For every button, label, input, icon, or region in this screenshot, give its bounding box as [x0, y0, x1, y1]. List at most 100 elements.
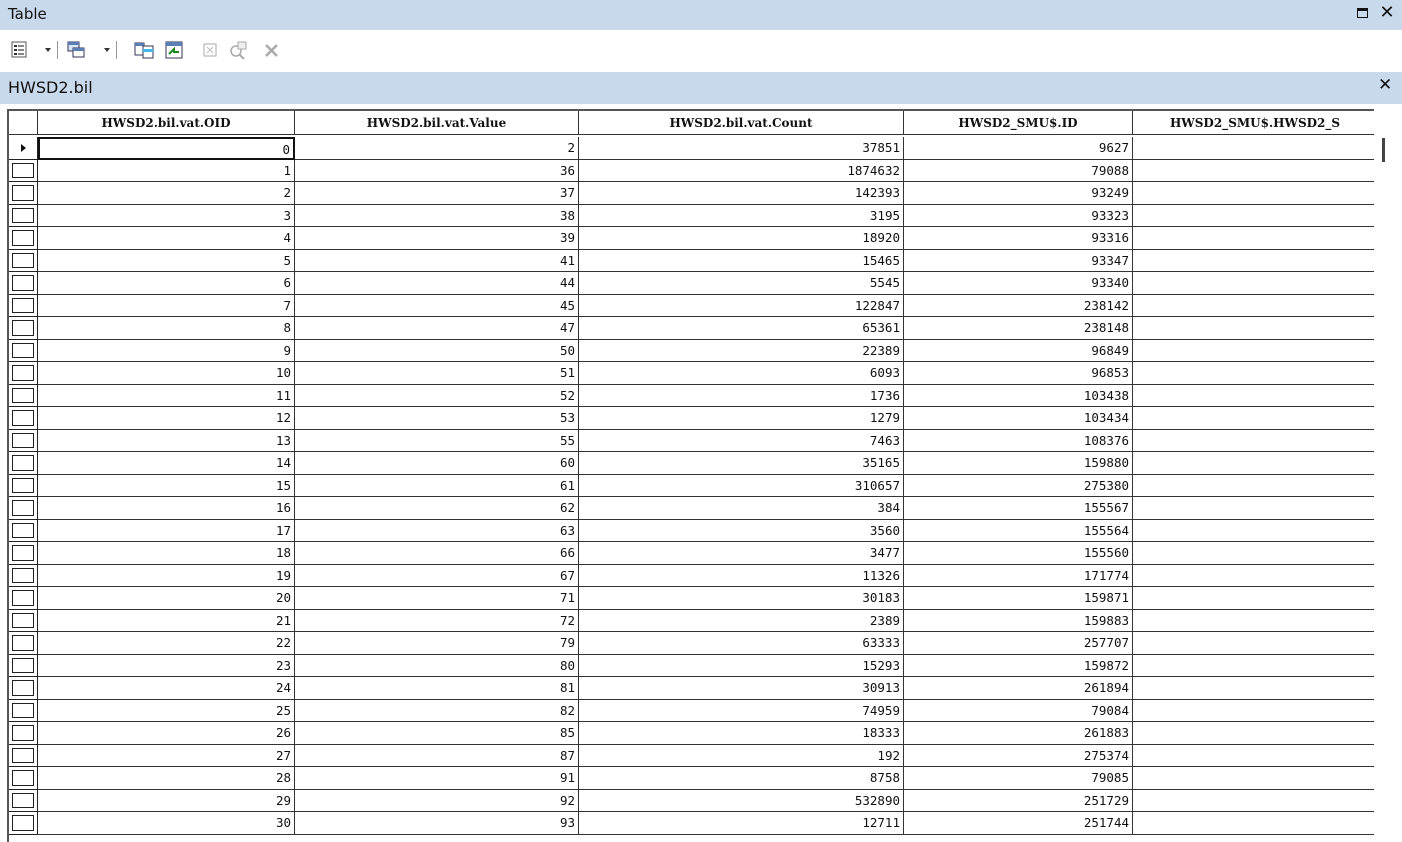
cell-smu-id[interactable]: 251729	[904, 789, 1133, 812]
cell-hwsd2-s[interactable]	[1133, 767, 1374, 790]
cell-hwsd2-s[interactable]	[1133, 519, 1374, 542]
row-selector[interactable]	[9, 722, 38, 745]
cell-smu-id[interactable]: 79085	[904, 767, 1133, 790]
table-row[interactable]: 6 44 5545 93340	[9, 272, 1374, 295]
cell-value[interactable]: 81	[295, 677, 579, 700]
table-row[interactable]: 24 81 30913 261894	[9, 677, 1374, 700]
select-by-attributes-icon[interactable]	[134, 40, 154, 60]
cell-value[interactable]: 61	[295, 474, 579, 497]
cell-oid[interactable]: 17	[38, 519, 295, 542]
cell-hwsd2-s[interactable]	[1133, 812, 1374, 835]
cell-value[interactable]: 44	[295, 272, 579, 295]
cell-oid[interactable]: 25	[38, 699, 295, 722]
cell-hwsd2-s[interactable]	[1133, 317, 1374, 340]
cell-value[interactable]: 93	[295, 812, 579, 835]
cell-hwsd2-s[interactable]	[1133, 677, 1374, 700]
row-selector[interactable]	[9, 362, 38, 385]
cell-oid[interactable]: 3	[38, 204, 295, 227]
table-row[interactable]: 14 60 35165 159880	[9, 452, 1374, 475]
table-tab[interactable]: HWSD2.bil ✕	[0, 72, 1402, 104]
cell-count[interactable]: 1279	[579, 407, 904, 430]
cell-smu-id[interactable]: 171774	[904, 564, 1133, 587]
cell-count[interactable]: 3195	[579, 204, 904, 227]
table-row[interactable]: 5 41 15465 93347	[9, 249, 1374, 272]
cell-smu-id[interactable]: 103438	[904, 384, 1133, 407]
cell-value[interactable]: 63	[295, 519, 579, 542]
cell-count[interactable]: 35165	[579, 452, 904, 475]
row-selector[interactable]	[9, 654, 38, 677]
cell-value[interactable]: 41	[295, 249, 579, 272]
cell-hwsd2-s[interactable]	[1133, 789, 1374, 812]
cell-count[interactable]: 142393	[579, 182, 904, 205]
cell-count[interactable]: 5545	[579, 272, 904, 295]
table-row[interactable]: 16 62 384 155567	[9, 497, 1374, 520]
cell-smu-id[interactable]: 159872	[904, 654, 1133, 677]
cell-value[interactable]: 91	[295, 767, 579, 790]
cell-count[interactable]: 1874632	[579, 159, 904, 182]
cell-oid[interactable]: 0	[38, 137, 295, 160]
cell-smu-id[interactable]: 93323	[904, 204, 1133, 227]
cell-hwsd2-s[interactable]	[1133, 407, 1374, 430]
chevron-down-icon[interactable]	[104, 48, 110, 52]
cell-value[interactable]: 60	[295, 452, 579, 475]
cell-value[interactable]: 85	[295, 722, 579, 745]
row-selector[interactable]	[9, 677, 38, 700]
cell-smu-id[interactable]: 251744	[904, 812, 1133, 835]
row-selector[interactable]	[9, 699, 38, 722]
cell-smu-id[interactable]: 96849	[904, 339, 1133, 362]
cell-smu-id[interactable]: 159880	[904, 452, 1133, 475]
chevron-down-icon[interactable]	[45, 48, 51, 52]
cell-count[interactable]: 532890	[579, 789, 904, 812]
cell-value[interactable]: 67	[295, 564, 579, 587]
cell-oid[interactable]: 2	[38, 182, 295, 205]
related-tables-icon[interactable]	[66, 40, 86, 60]
vertical-scrollbar[interactable]	[1374, 135, 1402, 842]
row-selector[interactable]	[9, 272, 38, 295]
cell-oid[interactable]: 26	[38, 722, 295, 745]
row-selector[interactable]	[9, 744, 38, 767]
cell-smu-id[interactable]: 261894	[904, 677, 1133, 700]
cell-oid[interactable]: 24	[38, 677, 295, 700]
row-selector[interactable]	[9, 789, 38, 812]
row-selector[interactable]	[9, 564, 38, 587]
cell-smu-id[interactable]: 275374	[904, 744, 1133, 767]
table-row[interactable]: 27 87 192 275374	[9, 744, 1374, 767]
cell-value[interactable]: 38	[295, 204, 579, 227]
table-row[interactable]: 1 36 1874632 79088	[9, 159, 1374, 182]
row-selector[interactable]	[9, 182, 38, 205]
row-selector[interactable]	[9, 339, 38, 362]
delete-selected-icon[interactable]	[262, 40, 282, 60]
cell-value[interactable]: 47	[295, 317, 579, 340]
table-row[interactable]: 3 38 3195 93323	[9, 204, 1374, 227]
cell-value[interactable]: 36	[295, 159, 579, 182]
table-row[interactable]: 15 61 310657 275380	[9, 474, 1374, 497]
title-bar[interactable]: Table ✕	[0, 0, 1402, 30]
table-row[interactable]: 8 47 65361 238148	[9, 317, 1374, 340]
row-selector[interactable]	[9, 497, 38, 520]
row-selector[interactable]	[9, 609, 38, 632]
column-header-oid[interactable]: HWSD2.bil.vat.OID	[38, 111, 295, 135]
cell-count[interactable]: 63333	[579, 632, 904, 655]
cell-smu-id[interactable]: 93340	[904, 272, 1133, 295]
table-row[interactable]: 0 2 37851 9627	[9, 137, 1374, 160]
cell-hwsd2-s[interactable]	[1133, 294, 1374, 317]
cell-smu-id[interactable]: 155560	[904, 542, 1133, 565]
cell-oid[interactable]: 5	[38, 249, 295, 272]
row-selector[interactable]	[9, 452, 38, 475]
cell-value[interactable]: 45	[295, 294, 579, 317]
cell-count[interactable]: 30913	[579, 677, 904, 700]
cell-count[interactable]: 74959	[579, 699, 904, 722]
cell-count[interactable]: 37851	[579, 137, 904, 160]
cell-smu-id[interactable]: 155567	[904, 497, 1133, 520]
cell-oid[interactable]: 19	[38, 564, 295, 587]
cell-oid[interactable]: 20	[38, 587, 295, 610]
cell-smu-id[interactable]: 79088	[904, 159, 1133, 182]
cell-smu-id[interactable]: 96853	[904, 362, 1133, 385]
table-row[interactable]: 9 50 22389 96849	[9, 339, 1374, 362]
cell-hwsd2-s[interactable]	[1133, 654, 1374, 677]
cell-value[interactable]: 66	[295, 542, 579, 565]
table-row[interactable]: 26 85 18333 261883	[9, 722, 1374, 745]
table-row[interactable]: 25 82 74959 79084	[9, 699, 1374, 722]
column-header-count[interactable]: HWSD2.bil.vat.Count	[579, 111, 904, 135]
cell-count[interactable]: 11326	[579, 564, 904, 587]
